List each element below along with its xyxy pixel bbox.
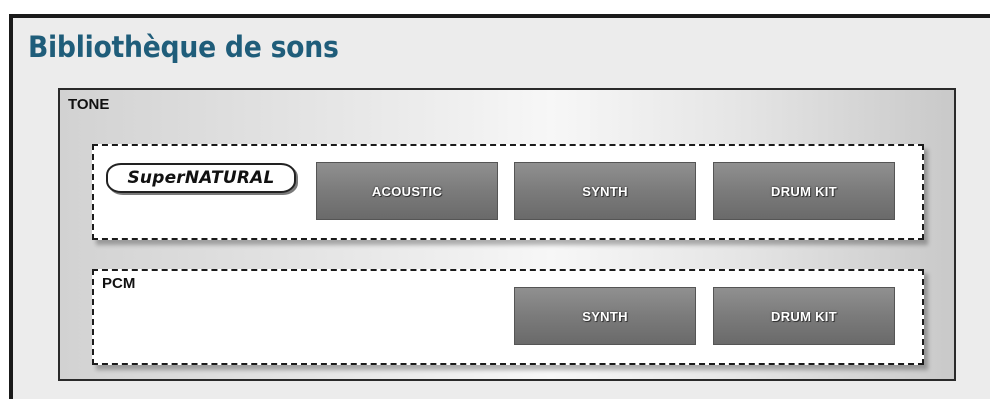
supernatural-logo: SuperNATURAL bbox=[106, 163, 296, 193]
pcm-drum-kit-button[interactable]: DRUM KIT bbox=[713, 287, 895, 345]
supernatural-logo-text: SuperNATURAL bbox=[127, 168, 275, 188]
supernatural-group: SuperNATURAL ACOUSTIC SYNTH DRUM KIT bbox=[92, 144, 924, 240]
pcm-label: PCM bbox=[102, 275, 136, 292]
pcm-group: PCM SYNTH DRUM KIT bbox=[92, 269, 924, 365]
tone-panel: TONE SuperNATURAL ACOUSTIC SYNTH DRUM KI… bbox=[58, 88, 956, 381]
supernatural-acoustic-button[interactable]: ACOUSTIC bbox=[316, 162, 498, 220]
page-title: Bibliothèque de sons bbox=[28, 30, 339, 64]
pcm-synth-button[interactable]: SYNTH bbox=[514, 287, 696, 345]
tone-label: TONE bbox=[68, 96, 110, 113]
supernatural-drum-kit-button[interactable]: DRUM KIT bbox=[713, 162, 895, 220]
supernatural-synth-button[interactable]: SYNTH bbox=[514, 162, 696, 220]
